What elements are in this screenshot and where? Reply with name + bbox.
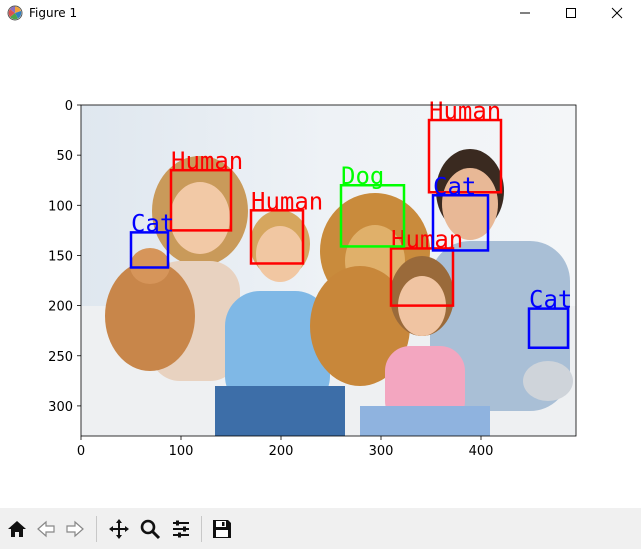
detection-label: Dog (341, 162, 384, 190)
y-tick-label: 200 (48, 300, 73, 315)
x-tick-label: 0 (77, 444, 85, 459)
x-tick-label: 300 (369, 444, 394, 459)
x-tick-label: 400 (469, 444, 494, 459)
detection-label: Human (251, 187, 323, 215)
forward-button[interactable] (62, 516, 88, 542)
toolbar-separator (96, 516, 97, 542)
subplots-config-icon (173, 520, 189, 538)
minimize-icon (520, 12, 530, 14)
y-tick-label: 250 (48, 350, 73, 365)
window-title-bar: Figure 1 (0, 0, 641, 26)
toolbar-separator (201, 516, 202, 542)
detection-label: Cat (529, 286, 572, 314)
save-floppy-icon (213, 520, 231, 538)
detection-label: Cat (433, 172, 476, 200)
detection-label: Human (429, 97, 501, 125)
close-icon (611, 7, 623, 19)
x-tick-label: 100 (169, 444, 194, 459)
figure-canvas[interactable]: Human Human Human Human Dog Cat Cat Cat 0 100 200… (0, 26, 641, 508)
home-icon (8, 521, 26, 537)
y-tick-label: 50 (56, 149, 73, 164)
zoom-button[interactable] (137, 516, 163, 542)
y-tick-label: 150 (48, 249, 73, 264)
save-button[interactable] (209, 516, 235, 542)
zoom-magnifier-icon (140, 519, 161, 540)
maximize-icon (566, 8, 576, 18)
x-tick-label: 200 (269, 444, 294, 459)
maximize-button[interactable] (548, 0, 594, 26)
detection-label: Cat (131, 209, 174, 237)
minimize-button[interactable] (502, 0, 548, 26)
pan-button[interactable] (106, 516, 132, 542)
forward-arrow-icon (66, 520, 84, 538)
matplotlib-figure-icon (7, 5, 23, 21)
image-axes: HumanHumanHumanHumanDogCatCatCat 0 100 200… (48, 97, 577, 459)
detection-label: Human (171, 147, 243, 175)
window-title: Figure 1 (29, 6, 78, 20)
y-tick-label: 0 (65, 99, 73, 114)
y-tick-label: 100 (48, 199, 73, 214)
pan-move-icon (109, 519, 129, 539)
navigation-toolbar (0, 508, 641, 549)
configure-subplots-button[interactable] (168, 516, 194, 542)
back-arrow-icon (37, 520, 55, 538)
back-button[interactable] (33, 516, 59, 542)
home-button[interactable] (4, 516, 30, 542)
close-button[interactable] (594, 0, 640, 26)
y-tick-label: 300 (48, 400, 73, 415)
